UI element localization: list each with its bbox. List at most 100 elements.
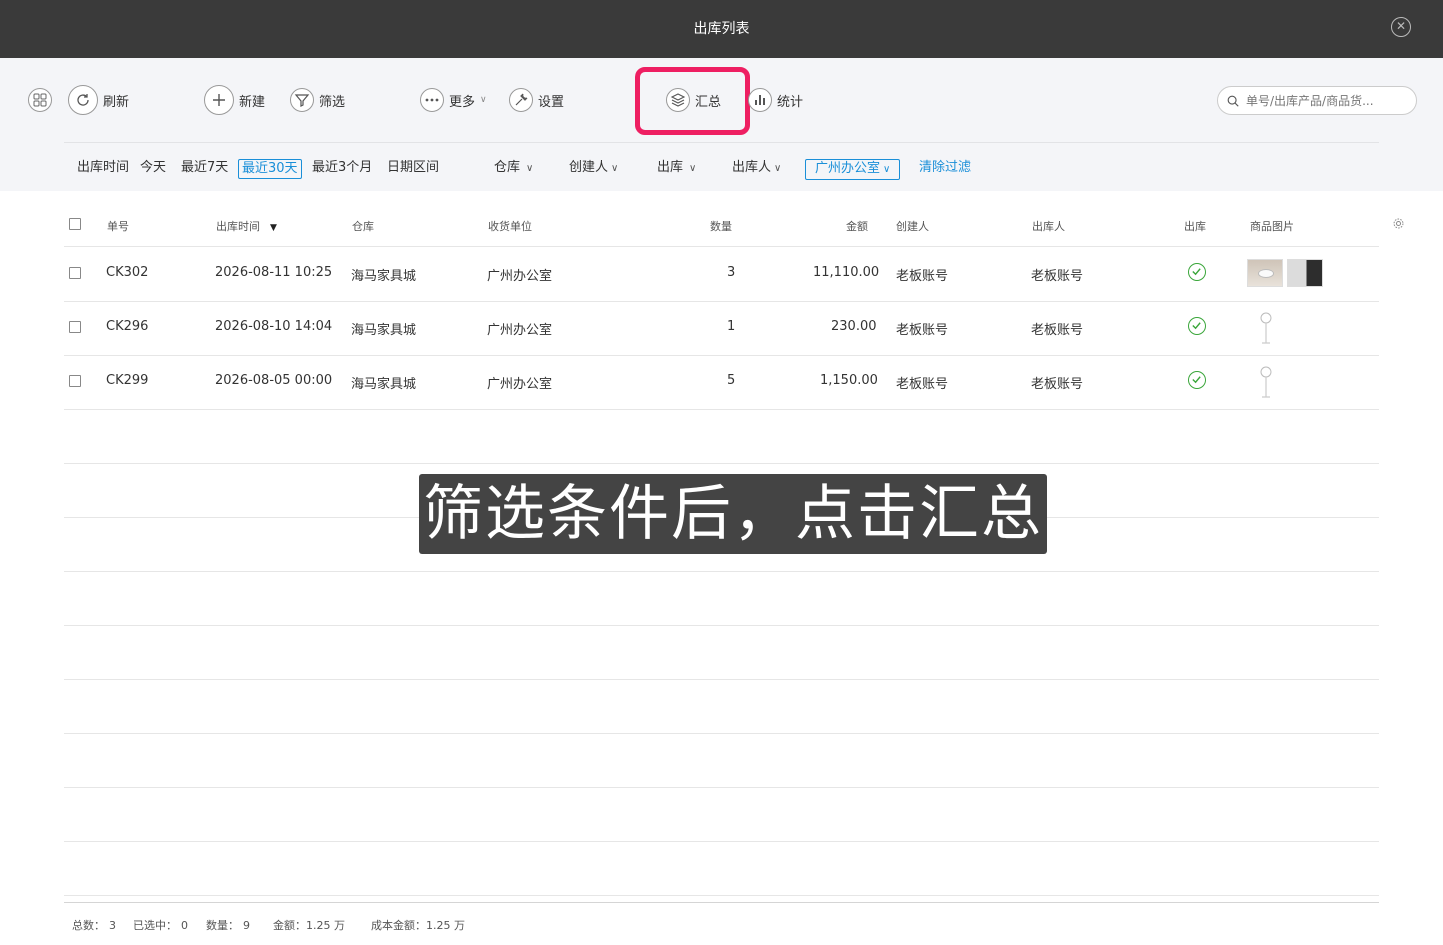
filter-outbound-label: 出库 — [657, 160, 684, 175]
footer-cost-label: 成本金额： — [371, 919, 426, 932]
filter-creator-dropdown[interactable]: 创建人 ∨ — [569, 159, 618, 178]
footer-qty: 数量： 9 — [206, 917, 250, 933]
row-divider — [64, 733, 1379, 734]
refresh-icon — [68, 85, 98, 115]
filter-date-range[interactable]: 日期区间 — [387, 159, 439, 177]
chevron-down-icon: ∨ — [774, 163, 782, 174]
filter-outbound-person-dropdown[interactable]: 出库人 ∨ — [732, 159, 781, 178]
filter-last7[interactable]: 最近7天 — [181, 159, 228, 177]
col-out-person[interactable]: 出库人 — [1032, 218, 1065, 234]
summary-button[interactable]: 汇总 — [666, 85, 721, 115]
row-divider — [64, 679, 1379, 680]
title-bar: 出库列表 ✕ — [0, 0, 1443, 58]
grid-icon — [28, 88, 52, 112]
settings-button[interactable]: 设置 — [509, 85, 564, 115]
footer-total-label: 总数： — [72, 919, 105, 932]
stats-button[interactable]: 统计 — [748, 85, 803, 115]
col-amount[interactable]: 金额 — [846, 218, 868, 234]
row-checkbox[interactable] — [69, 321, 81, 333]
filter-outbound-dropdown[interactable]: 出库 ∨ — [657, 159, 696, 178]
row-id[interactable]: CK296 — [106, 319, 148, 334]
footer-amount-value: 1.25 万 — [306, 919, 345, 932]
search-box[interactable] — [1217, 86, 1417, 115]
apps-button[interactable] — [28, 85, 57, 115]
chevron-down-icon: ∨ — [689, 163, 697, 174]
footer-selected-value: 0 — [181, 919, 188, 932]
filter-receiver-tag[interactable]: 广州办公室 ∨ — [805, 159, 901, 180]
footer-selected-label: 已选中： — [133, 919, 177, 932]
check-circle-icon — [1188, 263, 1206, 281]
row-amount: 230.00 — [831, 319, 877, 334]
row-warehouse: 海马家具城 — [351, 323, 417, 338]
row-receiver: 广州办公室 — [487, 269, 553, 284]
row-amount: 11,110.00 — [813, 265, 880, 280]
footer-total: 总数： 3 — [72, 917, 116, 933]
row-receiver: 广州办公室 — [487, 377, 553, 392]
col-receiver[interactable]: 收货单位 — [488, 218, 532, 234]
product-image-thumbnail[interactable] — [1256, 310, 1276, 346]
tutorial-caption: 筛选条件后，点击汇总 — [419, 474, 1047, 554]
filter-last3m[interactable]: 最近3个月 — [312, 159, 372, 177]
row-divider — [64, 246, 1379, 247]
chevron-down-icon: ∨ — [883, 164, 891, 175]
gear-icon[interactable] — [1392, 217, 1405, 230]
filter-warehouse-dropdown[interactable]: 仓库 ∨ — [494, 159, 533, 178]
footer-qty-value: 9 — [243, 919, 250, 932]
new-button[interactable]: 新建 — [204, 85, 265, 115]
row-divider — [64, 301, 1379, 302]
product-image-thumbnail[interactable] — [1287, 259, 1323, 287]
more-button[interactable]: 更多 ∨ — [420, 85, 487, 115]
chevron-down-icon: ∨ — [480, 95, 487, 105]
select-all-checkbox[interactable] — [69, 218, 81, 230]
product-image-thumbnail[interactable] — [1247, 259, 1283, 287]
window-title: 出库列表 — [693, 21, 750, 37]
col-time-label: 出库时间 — [216, 220, 260, 233]
row-qty: 5 — [727, 373, 736, 388]
row-warehouse: 海马家具城 — [351, 377, 417, 392]
funnel-icon — [290, 88, 314, 112]
row-checkbox[interactable] — [69, 267, 81, 279]
row-qty: 1 — [727, 319, 736, 334]
refresh-button[interactable]: 刷新 — [68, 85, 129, 115]
row-time: 2026-08-11 10:25 — [215, 265, 333, 280]
col-warehouse[interactable]: 仓库 — [352, 218, 374, 234]
product-image-thumbnail[interactable] — [1256, 364, 1276, 400]
toolbar-divider — [64, 142, 1379, 143]
filter-today[interactable]: 今天 — [140, 159, 166, 177]
sort-desc-icon: ▼ — [270, 223, 277, 233]
ellipsis-icon — [420, 88, 444, 112]
more-label: 更多 — [449, 94, 476, 110]
check-circle-icon — [1188, 317, 1206, 335]
col-image[interactable]: 商品图片 — [1250, 218, 1294, 234]
search-input[interactable] — [1246, 93, 1396, 108]
filter-last30[interactable]: 最近30天 — [238, 159, 302, 179]
row-divider — [64, 571, 1379, 572]
row-id[interactable]: CK302 — [106, 265, 148, 280]
row-divider — [64, 463, 1379, 464]
layers-icon — [666, 88, 690, 112]
row-out-person: 老板账号 — [1031, 323, 1084, 338]
col-id[interactable]: 单号 — [107, 218, 129, 234]
col-qty[interactable]: 数量 — [710, 218, 732, 234]
plus-icon — [204, 85, 234, 115]
wrench-icon — [509, 88, 533, 112]
row-divider — [64, 895, 1379, 896]
filter-receiver-label: 广州办公室 — [815, 161, 881, 176]
stats-label: 统计 — [777, 94, 804, 110]
row-id[interactable]: CK299 — [106, 373, 148, 388]
row-out-person: 老板账号 — [1031, 269, 1084, 284]
clear-filters-link[interactable]: 清除过滤 — [919, 159, 971, 177]
footer-cost-value: 1.25 万 — [426, 919, 465, 932]
close-icon[interactable]: ✕ — [1391, 17, 1411, 37]
summary-label: 汇总 — [695, 94, 722, 110]
row-time: 2026-08-10 14:04 — [215, 319, 333, 334]
col-outbound[interactable]: 出库 — [1184, 218, 1206, 234]
settings-label: 设置 — [538, 94, 565, 110]
check-circle-icon — [1188, 371, 1206, 389]
footer-qty-label: 数量： — [206, 919, 239, 932]
row-checkbox[interactable] — [69, 375, 81, 387]
filter-button[interactable]: 筛选 — [290, 85, 345, 115]
footer-amount-label: 金额： — [273, 919, 306, 932]
col-creator[interactable]: 创建人 — [896, 218, 929, 234]
col-time[interactable]: 出库时间 ▼ — [216, 218, 277, 234]
